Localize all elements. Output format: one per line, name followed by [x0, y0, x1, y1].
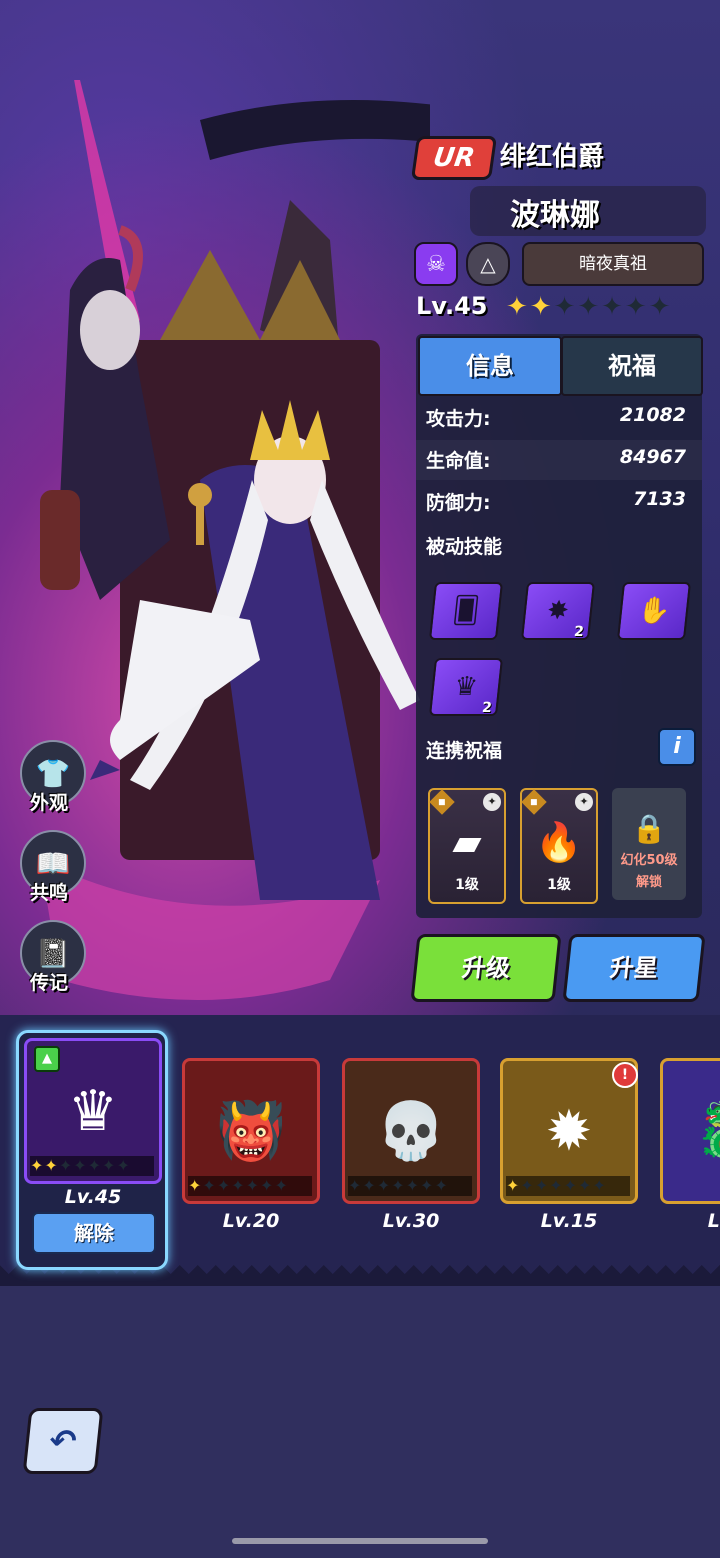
lock-icon: 🔒: [631, 812, 667, 845]
stat-value: 21082: [619, 404, 686, 426]
stat-label: 防御力:: [426, 492, 491, 514]
handshake-icon: ✦: [483, 793, 501, 811]
splash-icon[interactable]: ✸ 2: [520, 582, 596, 640]
resonance-button[interactable]: 📖 共鸣: [20, 830, 86, 906]
star-up-button[interactable]: 升星: [562, 934, 706, 1002]
link-blessing-title: 连携祝福: [426, 740, 503, 762]
locked-blessing-card[interactable]: 🔒 幻化50级 解锁: [612, 788, 686, 900]
pet-card[interactable]: 👹 ✦✦✦✦✦✦✦ Lv.20: [182, 1058, 320, 1234]
alert-badge: !: [612, 1062, 638, 1088]
stat-label: 生命值:: [426, 450, 491, 472]
equipped-icon: ▲: [34, 1046, 60, 1072]
hand-icon[interactable]: ✋: [616, 582, 692, 640]
appearance-button[interactable]: 👕 外观: [20, 740, 86, 816]
pet-card[interactable]: 🐉 Lv: [660, 1058, 720, 1234]
skull-icon[interactable]: ☠: [414, 242, 458, 286]
blessing-card[interactable]: ◆ ✦ ▰ 1级: [428, 788, 506, 904]
crown-icon[interactable]: ♛ 2: [428, 658, 504, 716]
stat-row-hp: 生命值: 84967: [416, 440, 702, 480]
stat-label: 攻击力:: [426, 408, 491, 430]
stat-row-attack: 攻击力: 21082: [416, 398, 702, 438]
tab-info[interactable]: 信息: [418, 336, 562, 396]
back-button[interactable]: ↶: [22, 1408, 104, 1474]
blessing-card[interactable]: ◆ ✦ 🔥 1级: [520, 788, 598, 904]
cards-icon[interactable]: 🂠: [428, 582, 504, 640]
info-icon[interactable]: i: [658, 728, 696, 766]
release-button[interactable]: 解除: [32, 1212, 156, 1254]
star-icon: ✦✦: [506, 292, 554, 322]
unlock-requirement: 幻化50级 解锁: [620, 853, 678, 890]
pet-level: Lv.15: [540, 1210, 598, 1232]
pet-level: Lv: [707, 1210, 720, 1232]
passive-skills-title: 被动技能: [426, 536, 503, 558]
pet-level: Lv.20: [222, 1210, 280, 1232]
hero-level: Lv.45: [416, 292, 488, 320]
handshake-icon: ✦: [575, 793, 593, 811]
biography-button[interactable]: 📓 传记: [20, 920, 86, 996]
back-arrow-icon: ↶: [47, 1422, 79, 1460]
blessing-level: 1级: [455, 877, 479, 893]
gold-bars-icon: ▰: [452, 820, 482, 864]
pet-level: Lv.30: [382, 1210, 440, 1232]
pet-card[interactable]: 💀 ✦✦✦✦✦✦✦ Lv.30: [342, 1058, 480, 1234]
rarity-badge: UR: [410, 136, 498, 180]
home-indicator[interactable]: [232, 1538, 488, 1544]
hero-title: 绯红伯爵: [500, 142, 605, 172]
blessing-level: 1级: [547, 877, 571, 893]
diamond-icon: ◆: [429, 789, 455, 815]
diamond-icon: ◆: [521, 789, 547, 815]
hero-name: 波琳娜: [510, 198, 600, 233]
star-empty-icon: ✦✦✦✦✦: [553, 292, 673, 322]
hero-stars: ✦✦✦✦✦✦✦: [506, 292, 673, 322]
dragon-icon: 🐉: [660, 1058, 720, 1204]
stat-row-defense: 防御力: 7133: [416, 482, 702, 522]
stat-value: 84967: [619, 446, 686, 468]
pet-level: Lv.45: [64, 1186, 122, 1208]
upgrade-button[interactable]: 升级: [410, 934, 562, 1002]
faction-label[interactable]: 暗夜真祖: [522, 242, 704, 286]
tab-blessing[interactable]: 祝福: [561, 336, 703, 396]
fire-demon-icon: 🔥: [535, 820, 583, 864]
stat-value: 7133: [633, 488, 686, 510]
triangle-icon[interactable]: △: [466, 242, 510, 286]
